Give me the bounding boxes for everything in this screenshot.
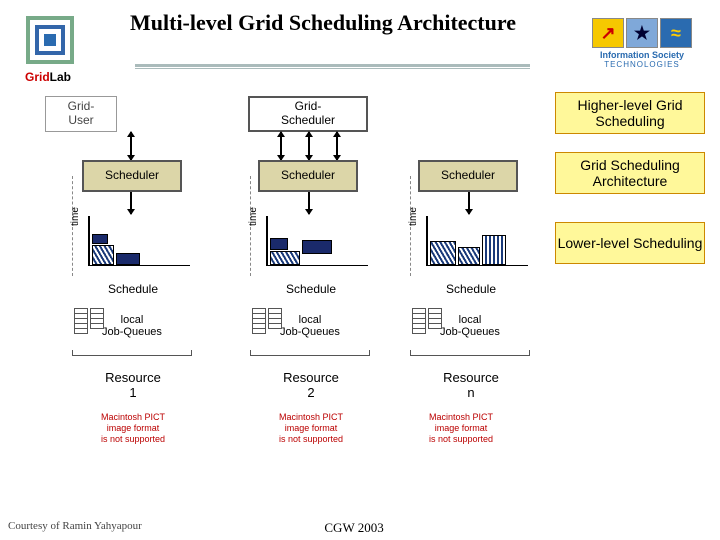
arrow-gs-s3 bbox=[336, 132, 338, 160]
header-rule-thin bbox=[135, 68, 530, 69]
gridlab-text-b: Lab bbox=[50, 70, 71, 84]
pict-error-1: Macintosh PICT image format is not suppo… bbox=[78, 412, 188, 444]
arrow-user-sched bbox=[130, 132, 132, 160]
ist-logo: ↗ ★ ≈ Information Society TECHNOLOGIES bbox=[582, 18, 702, 69]
footer-credit: Courtesy of Ramin Yahyapour bbox=[8, 520, 142, 532]
arrow-s2-g bbox=[308, 192, 310, 214]
resource-2: Resource 2 bbox=[256, 370, 366, 400]
queue-label-2: local Job-Queues bbox=[280, 314, 340, 338]
time-label-1: time bbox=[70, 207, 81, 226]
ist-sublabel: TECHNOLOGIES bbox=[582, 60, 702, 69]
annotation-lower: Lower-level Scheduling bbox=[555, 222, 705, 264]
schedule-label-3: Schedule bbox=[416, 282, 526, 296]
grid-scheduler-box: Grid- Scheduler bbox=[248, 96, 368, 132]
arrow-s1-g bbox=[130, 192, 132, 214]
resource-1: Resource 1 bbox=[78, 370, 188, 400]
queue-1: local Job-Queues bbox=[72, 306, 192, 356]
resource-n: Resource n bbox=[416, 370, 526, 400]
queue-label-1: local Job-Queues bbox=[102, 314, 162, 338]
gantt-3: time bbox=[408, 216, 528, 276]
annotation-arch: Grid Scheduling Architecture bbox=[555, 152, 705, 194]
schedule-label-1: Schedule bbox=[78, 282, 188, 296]
diagram: Grid- User Grid- Scheduler Higher-level … bbox=[0, 88, 720, 500]
pict-error-2: Macintosh PICT image format is not suppo… bbox=[256, 412, 366, 444]
header: GridLab Multi-level Grid Scheduling Arch… bbox=[0, 0, 720, 38]
pict-error-3: Macintosh PICT image format is not suppo… bbox=[406, 412, 516, 444]
arrow-gs-s2 bbox=[308, 132, 310, 160]
gantt-1: time bbox=[70, 216, 190, 276]
ist-icons: ↗ ★ ≈ bbox=[582, 18, 702, 48]
ist-icon-wave: ≈ bbox=[660, 18, 692, 48]
time-label-3: time bbox=[408, 207, 419, 226]
page-title: Multi-level Grid Scheduling Architecture bbox=[130, 10, 516, 36]
gridlab-logo bbox=[25, 15, 75, 65]
footer-center: CGW 2003 bbox=[324, 520, 383, 536]
gantt-2: time bbox=[248, 216, 368, 276]
arrow-gs-s1 bbox=[280, 132, 282, 160]
grid-user-box: Grid- User bbox=[45, 96, 117, 132]
scheduler-box-1: Scheduler bbox=[82, 160, 182, 192]
scheduler-box-2: Scheduler bbox=[258, 160, 358, 192]
annotation-higher: Higher-level Grid Scheduling bbox=[555, 92, 705, 134]
arrow-s3-g bbox=[468, 192, 470, 214]
header-rule bbox=[135, 64, 530, 67]
ist-icon-arrow: ↗ bbox=[592, 18, 624, 48]
ist-label: Information Society bbox=[582, 50, 702, 60]
gridlab-caption: GridLab bbox=[25, 70, 71, 84]
scheduler-box-3: Scheduler bbox=[418, 160, 518, 192]
queue-label-3: local Job-Queues bbox=[440, 314, 500, 338]
queue-3: local Job-Queues bbox=[410, 306, 530, 356]
time-label-2: time bbox=[248, 207, 259, 226]
ist-icon-star: ★ bbox=[626, 18, 658, 48]
gridlab-text-a: Grid bbox=[25, 70, 50, 84]
schedule-label-2: Schedule bbox=[256, 282, 366, 296]
footer: Courtesy of Ramin Yahyapour CGW 2003 bbox=[0, 520, 720, 532]
queue-2: local Job-Queues bbox=[250, 306, 370, 356]
